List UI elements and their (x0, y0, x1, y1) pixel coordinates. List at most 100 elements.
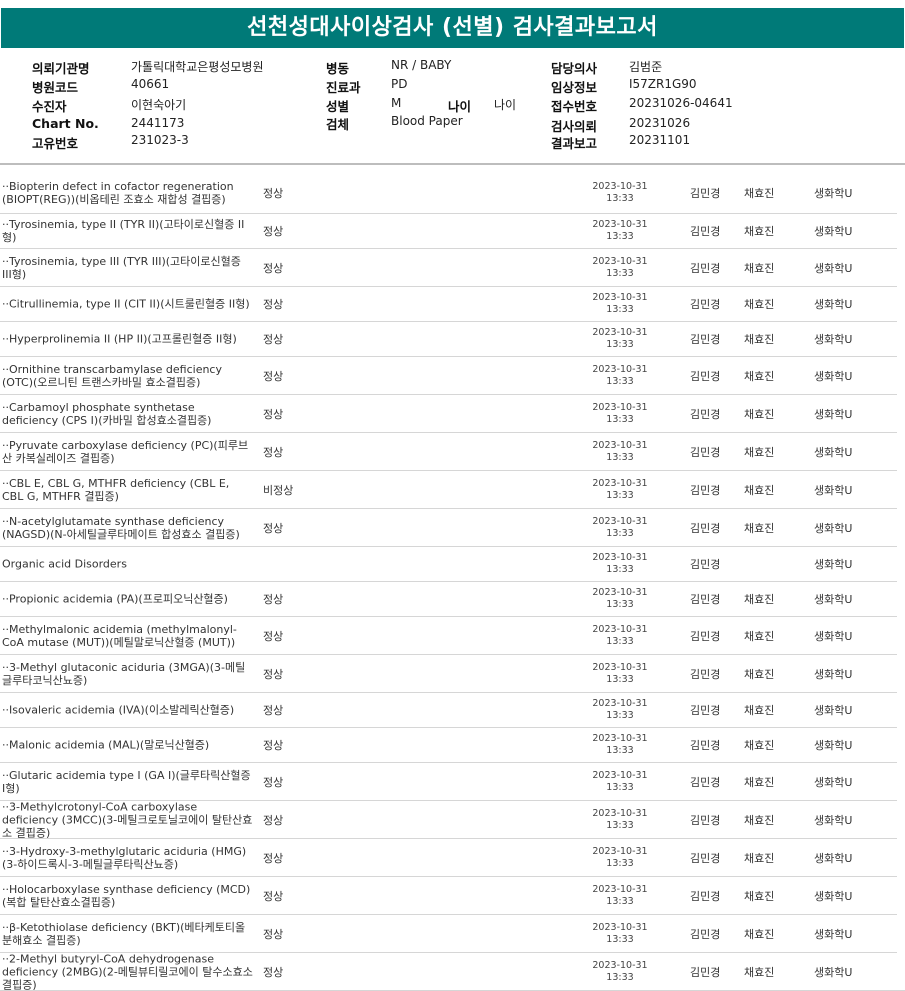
result-date: 2023-10-31 (592, 587, 648, 598)
age-label: 나이 (448, 99, 472, 114)
table-row[interactable]: ··3-Methylcrotonyl-CoA carboxylase defic… (0, 800, 905, 839)
result-datetime: 2023-10-31 13:33 (586, 662, 654, 686)
result-time: 13:33 (606, 745, 634, 756)
table-row[interactable]: ··N-acetylglutamate synthase deficiency … (0, 509, 905, 547)
examiner-cell: 김민경 (690, 851, 721, 865)
table-row[interactable]: ··Glutaric acidemia type I (GA I)(글루타릭산혈… (0, 763, 905, 801)
table-row[interactable]: Organic acid Disorders 김민경 생화학U 2023-10-31 1… (0, 547, 905, 582)
table-row[interactable]: ··Isovaleric acidemia (IVA)(이소발레릭산혈증) 정상 김… (0, 693, 905, 728)
examiner-cell: 김민경 (690, 739, 721, 752)
verifier-cell: 채효진 (744, 333, 775, 346)
table-row[interactable]: ··2-Methyl butyryl-CoA dehydrogenase def… (0, 952, 905, 991)
examiner-cell: 김민경 (690, 889, 721, 903)
result-date: 2023-10-31 (592, 477, 648, 489)
chart-no-value: 2441173 (131, 116, 185, 130)
examiner-cell: 김민경 (690, 407, 721, 421)
department-cell: 생화학U (814, 889, 853, 903)
result-datetime: 2023-10-31 13:33 (586, 587, 654, 611)
test-name-cell: ··Pyruvate carboxylase deficiency (PC)(피… (2, 438, 249, 465)
department-cell: 생화학U (814, 667, 853, 681)
department-cell: 생화학U (814, 445, 853, 459)
verifier-cell: 채효진 (744, 369, 775, 383)
result-datetime: 2023-10-31 13:33 (586, 624, 654, 648)
result-cell: 정상 (263, 369, 284, 383)
table-row[interactable]: ··Biopterin defect in cofactor regenerat… (0, 173, 905, 214)
result-date: 2023-10-31 (592, 698, 648, 709)
examiner-cell: 김민경 (690, 813, 721, 827)
test-name-cell: ··Biopterin defect in cofactor regenerat… (2, 180, 234, 206)
table-row[interactable]: ··CBL E, CBL G, MTHFR deficiency (CBL E,… (0, 471, 905, 509)
result-time: 13:33 (606, 857, 634, 869)
test-name-cell: ··3-Methyl glutaconic aciduria (3MGA)(3-… (2, 660, 246, 687)
result-cell: 정상 (263, 407, 284, 421)
examiner-cell: 김민경 (690, 558, 721, 571)
examiner-cell: 김민경 (690, 369, 721, 383)
department-cell: 생화학U (814, 261, 853, 275)
result-cell: 정상 (263, 739, 284, 752)
result-date: 2023-10-31 (592, 883, 648, 895)
result-time: 13:33 (606, 231, 634, 242)
verifier-cell: 채효진 (744, 739, 775, 752)
scrollbar-track[interactable] (897, 173, 905, 973)
result-date: 2023-10-31 (592, 439, 648, 451)
table-row[interactable]: ··Citrullinemia, type II (CIT II)(시트룰린혈증… (0, 287, 905, 322)
result-time: 13:33 (606, 710, 634, 721)
institution-value: 가톨릭대학교은평성모병원 (131, 60, 264, 74)
examiner-cell: 김민경 (690, 927, 721, 941)
result-time: 13:33 (606, 413, 634, 425)
table-row[interactable]: ··Holocarboxylase synthase deficiency (M… (0, 877, 905, 915)
table-row[interactable]: ··3-Hydroxy-3-methylglutaric aciduria (H… (0, 839, 905, 877)
result-datetime: 2023-10-31 13:33 (586, 733, 654, 757)
result-cell: 정상 (263, 889, 284, 903)
result-date: 2023-10-31 (592, 623, 648, 635)
table-row[interactable]: ··Pyruvate carboxylase deficiency (PC)(피… (0, 433, 905, 471)
table-row[interactable]: ··Propionic acidemia (PA)(프로피오닉산혈증) 정상 김민경… (0, 582, 905, 617)
test-name-cell: ··CBL E, CBL G, MTHFR deficiency (CBL E,… (2, 476, 230, 503)
table-row[interactable]: ··Ornithine transcarbamylase deficiency … (0, 357, 905, 395)
table-row[interactable]: ··Hyperprolinemia II (HP II)(고프롤린혈증 II형)… (0, 322, 905, 357)
table-row[interactable]: ··β-Ketothiolase deficiency (BKT)(베타케토티올… (0, 915, 905, 953)
department-cell: 생화학U (814, 225, 853, 238)
verifier-cell: 채효진 (744, 889, 775, 903)
table-row[interactable]: ··Methylmalonic acidemia (methylmalonyl-… (0, 617, 905, 655)
result-date: 2023-10-31 (592, 921, 648, 933)
table-row[interactable]: ··Tyrosinemia, type III (TYR III)(고타이로신혈… (0, 249, 905, 287)
table-row[interactable]: ··Tyrosinemia, type II (TYR II)(고타이로신혈증 … (0, 214, 905, 249)
examiner-cell: 김민경 (690, 445, 721, 459)
result-datetime: 2023-10-31 13:33 (586, 922, 654, 946)
table-row[interactable]: ··Malonic acidemia (MAL)(말로닉산혈증) 정상 김민경 채효진… (0, 728, 905, 763)
result-date: 2023-10-31 (592, 959, 648, 971)
examiner-cell: 김민경 (690, 775, 721, 789)
table-row[interactable]: ··Carbamoyl phosphate synthetase deficie… (0, 395, 905, 433)
examiner-cell: 김민경 (690, 298, 721, 311)
report-title: 선천성대사이상검사 (선별) 검사결과보고서 (1, 8, 904, 48)
result-datetime: 2023-10-31 13:33 (586, 846, 654, 870)
sex-value: M (391, 96, 402, 110)
result-cell: 정상 (263, 261, 284, 275)
test-name-cell: ··N-acetylglutamate synthase deficiency … (2, 514, 240, 541)
verifier-cell: 채효진 (744, 629, 775, 643)
verifier-cell: 채효진 (744, 407, 775, 421)
test-name-cell: ··Ornithine transcarbamylase deficiency … (2, 362, 222, 389)
patient-info-panel: 의뢰기관명 가톨릭대학교은평성모병원 병원코드 40661 수진자 이현숙아기 … (0, 55, 905, 155)
test-name-cell: ··Methylmalonic acidemia (methylmalonyl-… (2, 622, 237, 649)
examiner-cell: 김민경 (690, 521, 721, 535)
unique-no-value: 231023-3 (131, 133, 189, 147)
department-cell: 생화학U (814, 298, 853, 311)
test-name-cell: ··Propionic acidemia (PA)(프로피오닉산혈증) (2, 592, 228, 606)
report-date-value: 20231101 (629, 133, 691, 147)
table-row[interactable]: ··3-Methyl glutaconic aciduria (3MGA)(3-… (0, 655, 905, 693)
hospital-code-label: 병원코드 (32, 80, 79, 95)
examiner-cell: 김민경 (690, 667, 721, 681)
result-time: 13:33 (606, 375, 634, 387)
result-cell: 정상 (263, 667, 284, 681)
result-time: 13:33 (606, 339, 634, 350)
result-datetime: 2023-10-31 13:33 (586, 552, 654, 576)
report-date-label: 결과보고 (551, 136, 598, 151)
result-time: 13:33 (606, 451, 634, 463)
department-cell: 생화학U (814, 187, 853, 200)
result-cell: 정상 (263, 851, 284, 865)
result-time: 13:33 (606, 489, 634, 501)
department-cell: 생화학U (814, 739, 853, 752)
verifier-cell: 채효진 (744, 521, 775, 535)
